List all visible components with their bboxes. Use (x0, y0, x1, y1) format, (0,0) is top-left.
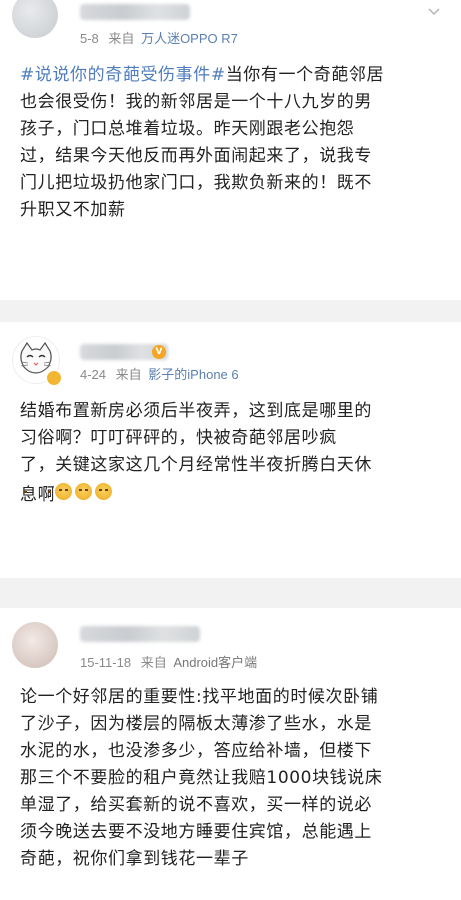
post-line: 单湿了，给买套新的说不喜欢，买一样的说必 (20, 795, 372, 815)
post-meta: 5-8 来自 万人迷OPPO R7 (80, 28, 238, 47)
post-line: 孩子，门口总堆着垃圾。昨天刚跟老公抱怨 (20, 119, 355, 139)
source-device[interactable]: 万人迷OPPO R7 (141, 31, 238, 46)
avatar[interactable] (12, 622, 58, 668)
hashtag-link[interactable]: #说说你的奇葩受伤事件# (20, 65, 226, 85)
chevron-down-icon[interactable] (426, 4, 442, 20)
post-line: 须今晚送去要不没地方睡要住宾馆，总能遇上 (20, 822, 372, 842)
post-1: 5-8 来自 万人迷OPPO R7 #说说你的奇葩受伤事件#当你有一个奇葩邻居 … (0, 0, 461, 285)
post-body: 论一个好邻居的重要性:找平地面的时候次卧铺 了沙子，因为楼层的隔板太薄渗了些水，… (20, 684, 382, 873)
source-device[interactable]: 影子的iPhone 6 (148, 367, 238, 382)
username-blurred[interactable] (80, 4, 190, 20)
watermark (290, 480, 294, 494)
post-line: 门儿把垃圾扔他家门口，我欺负新来的！既不 (20, 173, 372, 193)
post-meta: 15-11-18 来自 Android客户端 (80, 652, 257, 671)
post-meta: 4-24 来自 影子的iPhone 6 (80, 364, 239, 383)
post-3: 15-11-18 来自 Android客户端 论一个好邻居的重要性:找平地面的时… (0, 612, 461, 900)
timestamp: 15-11-18 (80, 655, 132, 670)
post-line: 了，关键这家这几个月经常性半夜折腾白天休 (20, 455, 372, 475)
post-divider (0, 578, 461, 608)
post-line-text: 息啊 (20, 485, 56, 505)
post-line: 也会很受伤！我的新邻居是一个十八九岁的男 (20, 92, 372, 112)
post-line: 了沙子，因为楼层的隔板太薄渗了些水，水是 (20, 714, 372, 734)
verified-badge-icon (46, 370, 62, 386)
post-body: #说说你的奇葩受伤事件#当你有一个奇葩邻居 也会很受伤！我的新邻居是一个十八九岁… (20, 62, 384, 224)
post-line: 那三个不要脸的租户竟然让我赔1000块钱说床 (20, 768, 383, 788)
post-line: 水泥的水，也没渗多少，答应给补墙，但楼下 (20, 741, 372, 761)
post-line: 结婚布置新房必须后半夜弄，这到底是哪里的 (20, 401, 372, 421)
source-device[interactable]: Android客户端 (173, 655, 257, 670)
timestamp: 5-8 (80, 31, 99, 46)
crying-face-emoji-icon (55, 483, 73, 500)
crying-face-emoji-icon (75, 483, 93, 500)
source-prefix: 来自 (115, 367, 142, 382)
post-line: 升职又不加薪 (20, 200, 126, 220)
weibo-feed-screenshot: 5-8 来自 万人迷OPPO R7 #说说你的奇葩受伤事件#当你有一个奇葩邻居 … (0, 0, 461, 900)
timestamp: 4-24 (80, 367, 107, 382)
post-line-text: 当你有一个奇葩邻居 (225, 65, 385, 85)
post-line: 息啊 (20, 479, 372, 509)
crying-face-emoji-icon (95, 483, 113, 500)
post-body: 结婚布置新房必须后半夜弄，这到底是哪里的 习俗啊？叮叮砰砰的，快被奇葩邻居吵疯 … (20, 398, 372, 509)
post-line: #说说你的奇葩受伤事件#当你有一个奇葩邻居 (20, 62, 384, 89)
post-divider (0, 300, 461, 322)
avatar[interactable] (12, 0, 58, 38)
source-prefix: 来自 (108, 31, 135, 46)
vip-icon: V (152, 345, 166, 359)
post-line: 奇葩，祝你们拿到钱花一辈子 (20, 849, 249, 869)
post-line: 习俗啊？叮叮砰砰的，快被奇葩邻居吵疯 (20, 428, 337, 448)
source-prefix: 来自 (140, 655, 167, 670)
post-2: V 4-24 来自 影子的iPhone 6 结婚布置新房必须后半夜弄，这到底是哪… (0, 330, 461, 580)
username-blurred[interactable] (80, 626, 200, 642)
post-line: 论一个好邻居的重要性:找平地面的时候次卧铺 (20, 687, 379, 707)
post-line: 过，结果今天他反而再外面闹起来了，说我专 (20, 146, 372, 166)
